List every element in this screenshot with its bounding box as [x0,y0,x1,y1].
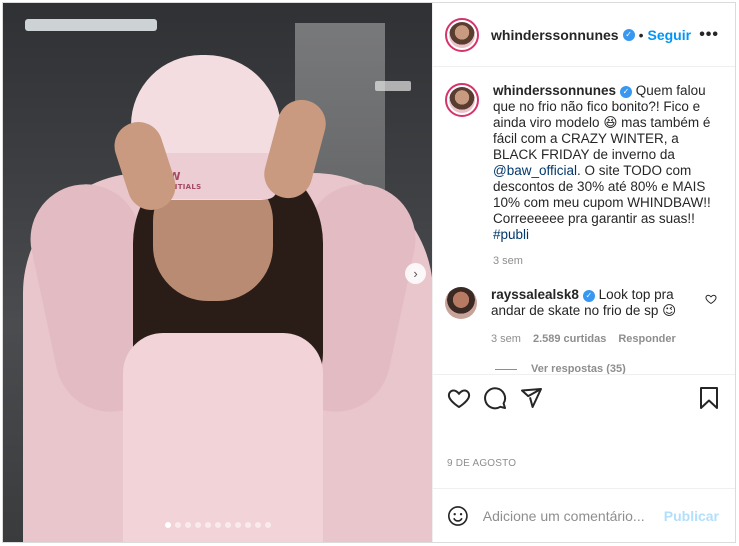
emoji-icon[interactable] [447,504,469,528]
commenter-avatar[interactable] [445,287,477,319]
carousel-dot [194,522,201,528]
publish-button[interactable]: Publicar [664,508,719,524]
bg-light [25,19,157,31]
heart-icon[interactable] [447,386,471,410]
save-icon[interactable] [697,386,721,410]
carousel-dot [174,522,181,528]
add-comment-bar: Publicar [433,488,735,542]
instagram-post: BAW ESSENTIALS › whinderssonnunes ✓ • Se… [2,2,736,543]
carousel-dot [254,522,261,528]
caption-block: whinderssonnunes ✓ Quem falou que no frio… [479,83,719,267]
comment-heart-icon[interactable] [705,293,717,305]
mention-link[interactable]: @baw_official [493,163,577,178]
verified-icon: ✓ [582,290,595,302]
comment-time[interactable]: 3 sem [491,333,521,345]
photo-hoodie-front [123,333,323,542]
bg-light [375,81,411,91]
comment-input[interactable] [482,507,664,524]
post-image[interactable]: BAW ESSENTIALS › [3,3,432,542]
comment-likes[interactable]: 2.589 curtidas [533,333,606,345]
carousel-dot [224,522,231,528]
author-username[interactable]: whinderssonnunes [491,27,619,43]
comment-text: rayssalealsk8 ✓ Look top pra andar de ska… [491,287,681,319]
caption-avatar[interactable] [445,83,479,117]
carousel-dot [244,522,251,528]
replies-line [495,368,517,370]
verified-icon: ✓ [622,28,635,41]
caption-text: whinderssonnunes ✓ Quem falou que no frio… [493,83,719,243]
carousel-dot [264,522,271,528]
verified-icon: ✓ [620,86,633,98]
chevron-right-icon: › [413,266,418,281]
post-sidebar: whinderssonnunes ✓ • Seguir ••• whinders… [432,3,735,542]
comment-meta: 3 sem 2.589 curtidas Responder [491,333,681,345]
caption-author[interactable]: whinderssonnunes [493,83,616,98]
share-icon[interactable] [519,386,543,410]
carousel-dot [184,522,191,528]
post-header: whinderssonnunes ✓ • Seguir ••• [433,3,735,67]
author-avatar[interactable] [445,17,479,52]
comment-block: rayssalealsk8 ✓ Look top pra andar de ska… [477,287,681,345]
carousel-dot [164,522,171,528]
comments-section: whinderssonnunes ✓ Quem falou que no frio… [433,67,735,374]
carousel-next-button[interactable]: › [405,263,426,284]
follow-button[interactable]: Seguir [647,27,691,43]
comment-author[interactable]: rayssalealsk8 [491,287,579,302]
post-date[interactable]: 9 DE AGOSTO [433,458,735,488]
caption: whinderssonnunes ✓ Quem falou que no frio… [445,83,719,267]
caption-time[interactable]: 3 sem [493,255,719,267]
separator-dot: • [638,26,644,43]
carousel-dot [234,522,241,528]
action-bar [433,374,735,420]
carousel-dot [204,522,211,528]
carousel-dots [3,522,432,528]
comment-icon[interactable] [483,386,507,410]
view-replies-label: Ver respostas (35) [531,363,626,374]
hashtag-link[interactable]: #publi [493,227,529,242]
reply-button[interactable]: Responder [618,333,675,345]
view-replies-button[interactable]: Ver respostas (35) [495,363,719,374]
carousel-dot [214,522,221,528]
comment-item: rayssalealsk8 ✓ Look top pra andar de ska… [445,287,719,345]
more-icon[interactable]: ••• [699,26,719,44]
likes-spacer [433,420,735,458]
